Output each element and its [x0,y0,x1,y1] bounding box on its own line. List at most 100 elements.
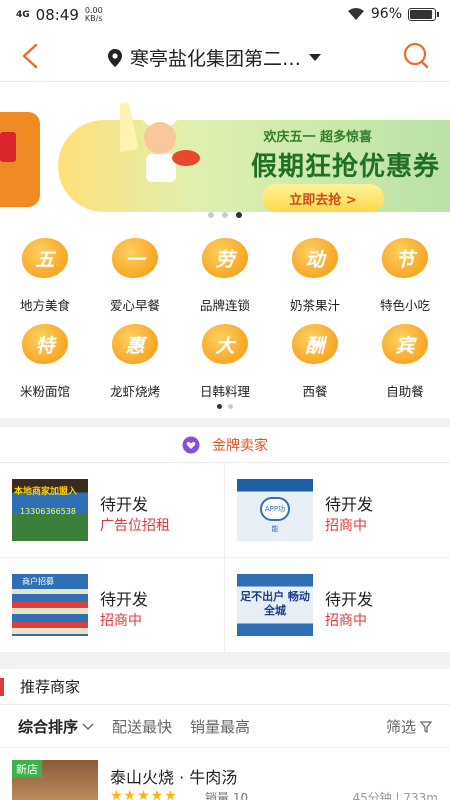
category-glyph: 惠 [125,335,145,357]
category-glyph: 特 [35,335,55,357]
shop-sales: 销量 10 [205,791,249,800]
sort-fastest-delivery[interactable]: 配送最快 [112,716,172,737]
location-selector[interactable]: 寒亭盐化集团第二… [108,44,322,71]
sort-comprehensive-label: 综合排序 [18,718,79,736]
gold-seller-title: 金牌卖家 [212,437,268,454]
gold-seller-card[interactable]: APP功能 待开发 招商中 [225,463,450,558]
seller-name: 待开发 [325,495,374,514]
seller-ad-image: 足不出户 畅动全城 [237,574,313,636]
category-glyph: 酬 [305,335,325,357]
category-row: 五地方美食一爱心早餐劳品牌连锁动奶茶果汁节特色小吃 [0,236,450,322]
new-shop-badge: 新店 [12,760,42,778]
category-label: 自助餐 [386,384,424,399]
sort-comprehensive[interactable]: 综合排序 [18,716,94,737]
top-header: 寒亭盐化集团第二… [0,30,450,82]
seller-ad-image: 本地商家加盟入 13306366538 [12,479,88,541]
category-label: 品牌连锁 [199,298,250,313]
network-speed-unit: KB/s [84,14,103,23]
category-item[interactable]: 大日韩料理 [180,322,270,408]
category-grid: 五地方美食一爱心早餐劳品牌连锁动奶茶果汁节特色小吃特米粉面馆惠龙虾烧烤大日韩料理… [0,236,450,408]
page-dot-active [217,404,222,409]
category-glyph: 五 [35,249,55,271]
gold-seller-card[interactable]: 商户招募 待开发 招商中 [0,558,225,653]
seller-tag: 招商中 [325,518,367,534]
category-label: 米粉面馆 [19,384,70,399]
banner-pagination [0,212,450,218]
gold-seller-card[interactable]: 足不出户 畅动全城 待开发 招商中 [225,558,450,653]
category-badge-icon: 动 [292,238,338,278]
promo-banner[interactable]: 欢庆五一 超多惊喜 假期狂抢优惠券 立即去抢 > [0,92,450,227]
category-item[interactable]: 宾自助餐 [360,322,450,408]
category-label: 西餐 [302,384,328,399]
seller-ad-phone: 13306366538 [20,507,76,516]
page-dot [228,404,233,409]
sort-top-sales[interactable]: 销量最高 [190,716,250,737]
seller-tag: 招商中 [100,613,142,629]
category-label: 特色小吃 [379,298,430,313]
search-icon[interactable] [402,42,430,70]
seller-name: 待开发 [100,495,149,514]
category-item[interactable]: 五地方美食 [0,236,90,322]
section-divider [0,653,450,669]
category-glyph: 宾 [395,335,415,357]
gold-seller-card[interactable]: 本地商家加盟入 13306366538 待开发 广告位招租 [0,463,225,558]
signal-indicator: 4G [16,9,30,20]
category-glyph: 节 [395,249,415,271]
banner-title: 假期狂抢优惠券 [250,152,440,182]
back-arrow-icon[interactable] [18,42,44,70]
category-badge-icon: 大 [202,324,248,364]
network-speed: 0.00 KB/s [85,7,103,23]
status-bar: 4G 08:49 0.00 KB/s 96% [0,0,450,30]
wifi-icon [347,8,364,20]
section-divider [0,418,450,427]
category-item[interactable]: 特米粉面馆 [0,322,90,408]
filter-label: 筛选 [385,718,416,736]
category-badge-icon: 劳 [202,238,248,278]
seller-name: 待开发 [100,590,149,609]
category-glyph: 动 [305,249,325,271]
category-row: 特米粉面馆惠龙虾烧烤大日韩料理酬西餐宾自助餐 [0,322,450,408]
grab-coupon-button[interactable]: 立即去抢 > [262,184,384,212]
rating-stars: ★★★★★ [110,788,178,800]
seller-name: 待开发 [325,590,374,609]
shop-list-item[interactable]: 新店 泰山火烧 · 牛肉汤 ★★★★★ 销量 10 45分钟 | 733m [0,756,450,800]
category-badge-icon: 特 [22,324,68,364]
category-pagination [0,404,450,409]
clock: 08:49 [35,6,79,24]
category-glyph: 劳 [215,249,235,271]
chef-illustration [120,102,200,182]
filter-funnel-icon [420,720,432,733]
shop-distance: 45分钟 | 733m [352,791,438,800]
category-item[interactable]: 酬西餐 [270,322,360,408]
seller-ad-text: 本地商家加盟入 [14,487,78,497]
seller-ad-text: APP功能 [260,497,290,533]
banner-subtitle: 欢庆五一 超多惊喜 [263,130,372,145]
page-dot [222,212,228,218]
heart-icon [182,436,200,453]
seller-ad-text: 商户招募 [12,574,88,589]
category-label: 奶茶果汁 [289,298,340,313]
battery-icon [408,7,439,21]
category-label: 地方美食 [19,298,70,313]
battery-fill [410,9,433,19]
category-item[interactable]: 节特色小吃 [360,236,450,322]
seller-tag: 广告位招租 [100,518,170,534]
filter-button[interactable]: 筛选 [386,716,432,737]
seller-ad-image: APP功能 [237,479,313,541]
category-item[interactable]: 劳品牌连锁 [180,236,270,322]
category-item[interactable]: 惠龙虾烧烤 [90,322,180,408]
page-dot-active [236,212,242,218]
gold-seller-header: 金牌卖家 [0,427,450,463]
category-badge-icon: 宾 [382,324,428,364]
category-item[interactable]: 一爱心早餐 [90,236,180,322]
red-envelope-decoration [0,132,16,162]
location-text: 寒亭盐化集团第二… [130,48,302,70]
category-badge-icon: 一 [112,238,158,278]
category-label: 日韩料理 [199,384,250,399]
seller-ad-text: 足不出户 畅动全城 [240,590,310,617]
category-badge-icon: 惠 [112,324,158,364]
recommend-header: 推荐商家 [0,669,450,705]
category-item[interactable]: 动奶茶果汁 [270,236,360,322]
category-glyph: 大 [215,335,235,357]
seller-tag: 招商中 [325,613,367,629]
